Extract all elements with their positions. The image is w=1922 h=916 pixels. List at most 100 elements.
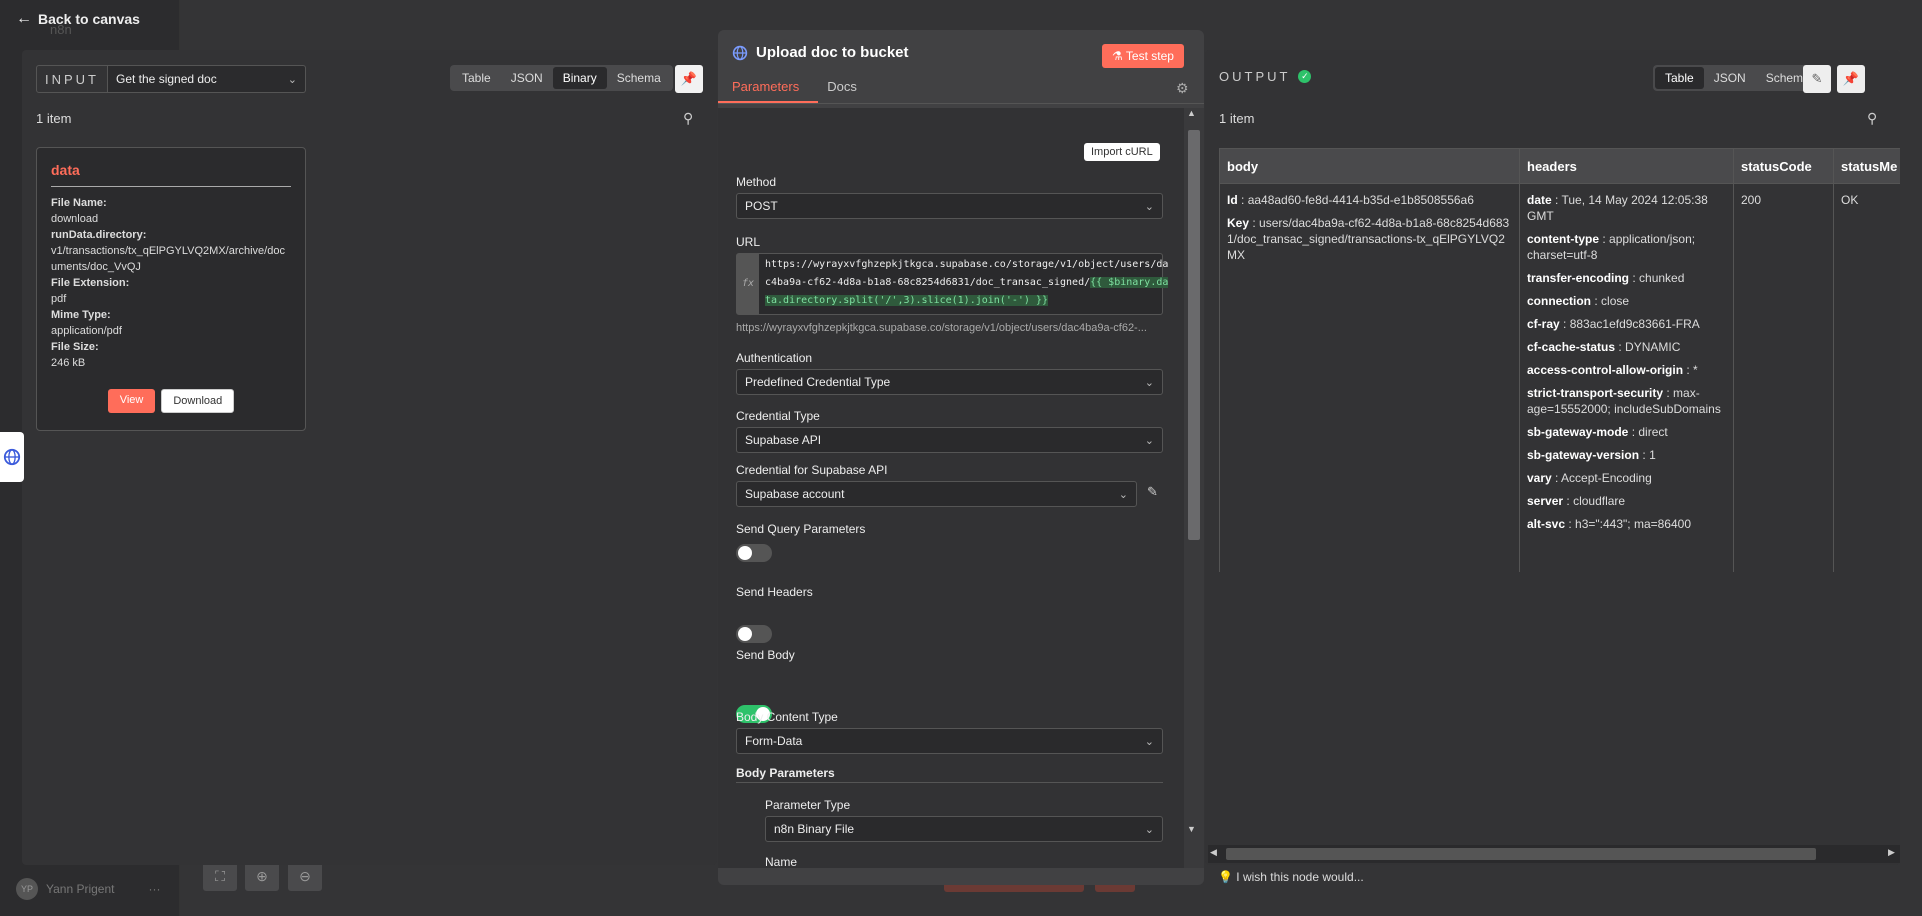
- url-label: URL: [736, 235, 761, 249]
- feedback-link[interactable]: 💡 I wish this node would...: [1218, 870, 1364, 884]
- method-select[interactable]: POST ⌄: [736, 193, 1163, 219]
- column-body: body Id : aa48ad60-fe8d-4414-b35d-e1b850…: [1220, 149, 1520, 572]
- scrollbar-thumb[interactable]: [1188, 130, 1200, 540]
- parameters-body: Import cURL Method POST ⌄ URL fx https://…: [718, 108, 1184, 868]
- input-node-select-value: Get the signed doc: [116, 72, 217, 86]
- fit-view-icon[interactable]: ⛶: [203, 861, 237, 891]
- back-to-canvas-link[interactable]: ← Back to canvas: [16, 10, 140, 28]
- table-cell: date : Tue, 14 May 2024 12:05:38 GMT con…: [1527, 193, 1721, 531]
- field-value: application/pdf: [51, 325, 122, 337]
- user-name: Yann Prigent: [46, 882, 115, 896]
- chevron-down-icon: ⌄: [1118, 488, 1128, 501]
- pin-icon: 📌: [680, 71, 698, 86]
- send-query-label: Send Query Parameters: [736, 522, 866, 536]
- auth-select[interactable]: Predefined Credential Type ⌄: [736, 369, 1163, 395]
- horizontal-scrollbar-thumb[interactable]: [1226, 848, 1816, 860]
- scroll-right-icon[interactable]: ▶: [1888, 847, 1895, 858]
- node-tabs: Parameters Docs: [732, 79, 857, 94]
- input-header: INPUT Get the signed doc ⌄: [36, 65, 306, 93]
- scroll-down-icon[interactable]: ▼: [1187, 824, 1196, 834]
- card-actions: View Download: [51, 389, 291, 413]
- input-label-box: INPUT: [36, 65, 108, 93]
- pin-output-button[interactable]: 📌: [1837, 65, 1865, 93]
- output-view-tabs: Table JSON Schema: [1653, 65, 1822, 91]
- view-button[interactable]: View: [107, 389, 156, 413]
- parameter-type-select[interactable]: n8n Binary File ⌄: [765, 816, 1163, 842]
- field-value: pdf: [51, 293, 67, 305]
- download-button[interactable]: Download: [161, 389, 235, 413]
- column-header: headers: [1520, 149, 1733, 184]
- zoom-out-icon[interactable]: ⊖: [288, 861, 322, 891]
- globe-icon: [732, 45, 748, 60]
- input-node-select[interactable]: Get the signed doc ⌄: [108, 65, 306, 93]
- zoom-in-icon[interactable]: ⊕: [245, 861, 279, 891]
- pencil-icon: ✎: [1811, 71, 1823, 86]
- column-status-message: statusMe OK: [1834, 149, 1900, 572]
- tab-binary[interactable]: Binary: [552, 67, 607, 89]
- edit-output-button[interactable]: ✎: [1803, 65, 1831, 93]
- table-cell: 200: [1741, 193, 1762, 207]
- credential-value: Supabase account: [745, 487, 845, 501]
- body-content-type-select[interactable]: Form-Data ⌄: [736, 728, 1163, 754]
- send-body-label: Send Body: [736, 648, 795, 662]
- parameter-type-label: Parameter Type: [765, 798, 851, 812]
- column-headers: headers date : Tue, 14 May 2024 12:05:38…: [1520, 149, 1734, 572]
- tab-schema[interactable]: Schema: [607, 67, 671, 89]
- credential-type-select[interactable]: Supabase API ⌄: [736, 427, 1163, 453]
- url-preview: https://wyrayxvfghzepkjtkgca.supabase.co…: [736, 322, 1147, 334]
- input-view-tabs: Table JSON Binary Schema: [450, 65, 673, 91]
- pencil-icon[interactable]: ✎: [1147, 484, 1158, 500]
- search-icon[interactable]: ⚲: [683, 110, 693, 127]
- body-content-type-value: Form-Data: [745, 734, 803, 748]
- name-label: Name: [765, 855, 798, 868]
- more-icon[interactable]: ···: [149, 882, 161, 896]
- send-headers-toggle[interactable]: [736, 625, 772, 643]
- field-key: Mime Type:: [51, 309, 111, 321]
- parameter-type-value: n8n Binary File: [774, 822, 855, 836]
- feedback-label: I wish this node would...: [1236, 870, 1364, 884]
- method-label: Method: [736, 175, 777, 189]
- search-icon[interactable]: ⚲: [1867, 110, 1877, 127]
- credential-select[interactable]: Supabase account ⌄: [736, 481, 1137, 507]
- tab-table[interactable]: Table: [452, 67, 501, 89]
- url-line-2: c4ba9a-cf62-4d8a-b1a8-68c8254d6831/doc_t…: [765, 277, 1091, 288]
- tab-docs[interactable]: Docs: [827, 79, 857, 94]
- url-input[interactable]: fx https://wyrayxvfghzepkjtkgca.supabase…: [736, 253, 1169, 315]
- node-globe-handle[interactable]: [0, 432, 24, 482]
- divider: [736, 782, 1163, 783]
- pin-data-button[interactable]: 📌: [675, 65, 703, 93]
- auth-value: Predefined Credential Type: [745, 375, 891, 389]
- tab-json[interactable]: JSON: [501, 67, 553, 89]
- output-table: body Id : aa48ad60-fe8d-4414-b35d-e1b850…: [1219, 148, 1900, 572]
- credential-type-value: Supabase API: [745, 433, 822, 447]
- import-curl-button[interactable]: Import cURL: [1084, 143, 1160, 161]
- input-label: INPUT: [45, 72, 99, 87]
- scroll-left-icon[interactable]: ◀: [1210, 847, 1217, 858]
- chevron-down-icon: ⌄: [287, 73, 297, 86]
- output-header: OUTPUT ✓: [1219, 69, 1312, 84]
- column-header: body: [1220, 149, 1519, 184]
- chevron-down-icon: ⌄: [1144, 434, 1154, 447]
- arrow-left-icon: ←: [16, 10, 32, 27]
- chevron-down-icon: ⌄: [1144, 735, 1154, 748]
- column-status-code: statusCode 200: [1734, 149, 1834, 572]
- expression-icon: fx: [737, 254, 759, 314]
- test-step-button[interactable]: ⚗ Test step: [1102, 44, 1184, 68]
- node-title[interactable]: Upload doc to bucket: [756, 44, 909, 61]
- gear-icon[interactable]: ⚙: [1176, 80, 1189, 97]
- credential-type-label: Credential Type: [736, 409, 820, 423]
- node-header: Upload doc to bucket: [732, 44, 909, 61]
- url-expression-cont: ta.directory.split('/',3).slice(1).join(…: [765, 295, 1048, 306]
- tab-json[interactable]: JSON: [1704, 67, 1756, 89]
- tab-parameters[interactable]: Parameters: [732, 79, 799, 94]
- tab-table[interactable]: Table: [1655, 67, 1704, 89]
- body-parameters-label: Body Parameters: [736, 766, 835, 780]
- scroll-up-icon[interactable]: ▲: [1187, 108, 1196, 118]
- pin-icon: 📌: [1842, 71, 1860, 86]
- field-key: File Size:: [51, 341, 99, 353]
- chevron-down-icon: ⌄: [1144, 376, 1154, 389]
- send-query-toggle[interactable]: [736, 544, 772, 562]
- lightbulb-icon: 💡: [1218, 870, 1233, 884]
- binary-data-card: data File Name: download runData.directo…: [36, 147, 306, 431]
- user-info[interactable]: YP Yann Prigent ···: [16, 878, 161, 900]
